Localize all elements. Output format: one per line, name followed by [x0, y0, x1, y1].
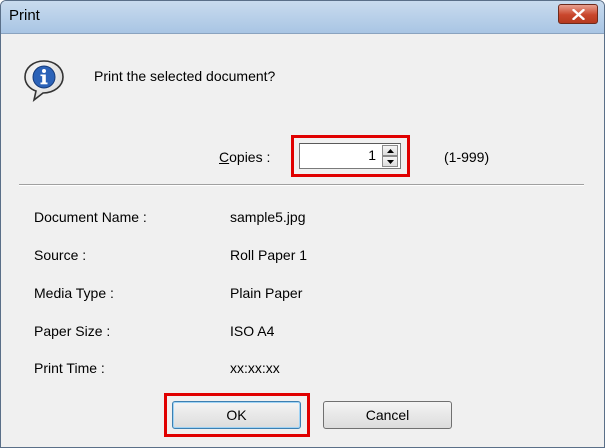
window-title: Print: [9, 7, 40, 24]
media-type-value: Plain Paper: [230, 285, 303, 301]
divider: [19, 184, 584, 186]
close-button[interactable]: [558, 4, 598, 24]
paper-size-value: ISO A4: [230, 323, 275, 339]
arrow-down-icon: [387, 160, 394, 164]
copies-accel-key: C: [219, 149, 230, 165]
print-dialog: Print Print the selected document? Copie…: [0, 0, 605, 448]
print-time-label: Print Time :: [34, 360, 105, 376]
close-icon: [572, 9, 585, 20]
print-time-value: xx:xx:xx: [230, 360, 280, 376]
info-icon: [24, 60, 64, 102]
source-value: Roll Paper 1: [230, 247, 308, 263]
copies-range: (1-999): [444, 149, 490, 165]
confirm-message: Print the selected document?: [94, 68, 276, 84]
copies-spinbox[interactable]: 1: [299, 143, 401, 169]
dialog-content: Print the selected document? Copies : 1 …: [1, 34, 604, 447]
copies-label: Copies :: [219, 149, 271, 165]
document-name-value: sample5.jpg: [230, 209, 306, 225]
copies-decrement-button[interactable]: [382, 156, 398, 167]
cancel-button[interactable]: Cancel: [323, 401, 452, 429]
copies-spin-buttons: [382, 145, 398, 167]
arrow-up-icon: [387, 149, 394, 153]
copies-increment-button[interactable]: [382, 145, 398, 156]
media-type-label: Media Type :: [34, 285, 114, 301]
paper-size-label: Paper Size :: [34, 323, 111, 339]
ok-button[interactable]: OK: [172, 401, 301, 429]
copies-input[interactable]: 1: [368, 147, 376, 163]
document-name-label: Document Name :: [34, 209, 147, 225]
title-bar[interactable]: Print: [1, 1, 604, 34]
source-label: Source :: [34, 247, 87, 263]
